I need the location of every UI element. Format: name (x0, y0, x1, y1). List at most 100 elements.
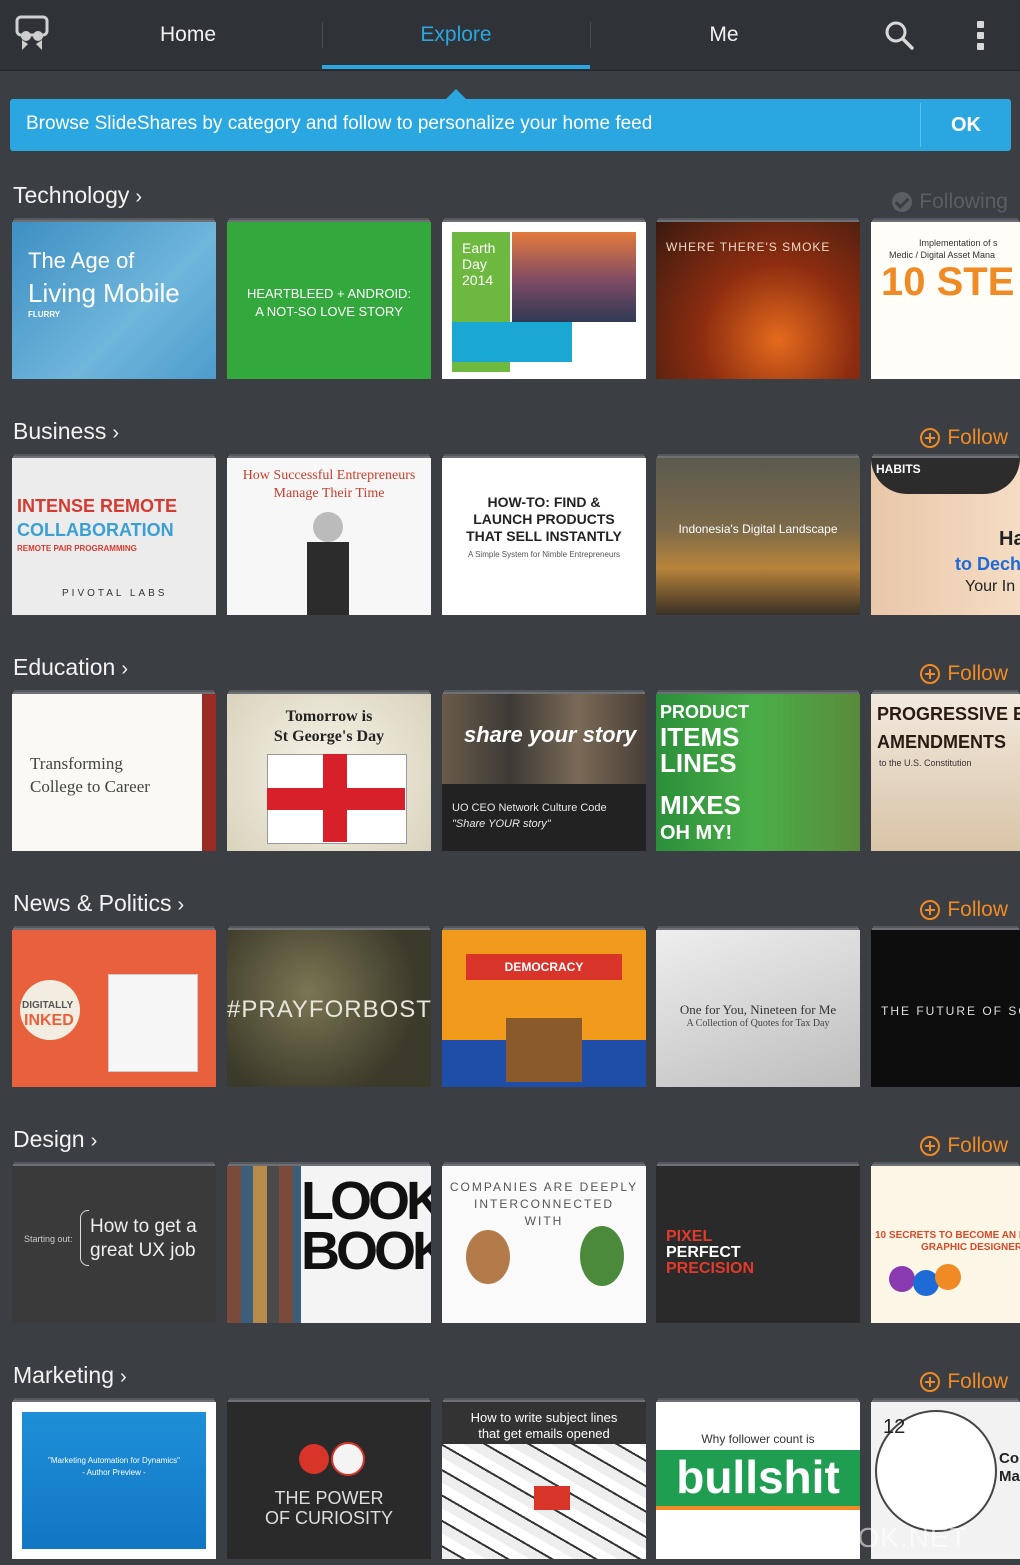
tab-me[interactable]: Me (590, 0, 858, 70)
slide-artwork-shape (452, 322, 572, 362)
slide-title-text: Ma (999, 1468, 1020, 1485)
slide-title-text: FLURRY (28, 310, 61, 319)
tab-home[interactable]: Home (54, 0, 322, 70)
slide-title-text: A Simple System for Nimble Entrepreneurs (467, 550, 621, 559)
slide-artwork-shape (22, 1412, 206, 1549)
slide-title-text: A NOT-SO LOVE STORY (255, 304, 403, 319)
slide-title-text: THE POWER (274, 1488, 384, 1508)
banner-message: Browse SlideShares by category and follo… (26, 113, 653, 134)
slide-title-text: Indonesia's Digital Landscape (678, 522, 838, 536)
slide-thumbnail[interactable]: How to write subject lines that get emai… (442, 1402, 646, 1559)
follow-button[interactable]: Follow (920, 1370, 1008, 1394)
slide-title-text: PROGRESSIVE ER (877, 704, 1020, 724)
category-title[interactable]: Business › (13, 418, 119, 445)
slide-title-text: Tomorrow is (285, 708, 373, 725)
slide-title-text: PIVOTAL LABS (62, 588, 168, 599)
slideshare-logo-icon[interactable] (14, 14, 50, 54)
slide-title-text: THAT SELL INSTANTLY (466, 528, 622, 544)
slide-title-text: College to Career (30, 777, 150, 796)
slide-title-text: OH MY! (660, 822, 733, 844)
slide-thumbnail[interactable]: PRODUCT ITEMS LINES MIXES OH MY! (656, 694, 860, 851)
follow-button[interactable]: Follow (920, 662, 1008, 686)
slide-title-text: St George's Day (273, 728, 385, 745)
banner-pointer (446, 89, 466, 99)
slide-title-text: The Age of (28, 248, 135, 273)
slide-title-text: Earth (462, 240, 496, 256)
slide-thumbnail[interactable]: PIXEL PERFECT PRECISION (656, 1166, 860, 1323)
follow-button[interactable]: Follow (920, 1134, 1008, 1158)
slide-title-text: PRODUCT (660, 702, 749, 722)
slide-artwork-shape (299, 1444, 329, 1474)
banner-ok-button[interactable]: OK (921, 99, 1011, 151)
slide-title-text: Manage Their Time (273, 486, 385, 501)
follow-button[interactable]: Follow (920, 426, 1008, 450)
tab-explore[interactable]: Explore (322, 0, 590, 70)
slide-thumbnail[interactable]: 10 SECRETS TO BECOME AN E GRAPHIC DESIGN… (871, 1166, 1020, 1323)
slide-artwork-shape (512, 232, 636, 322)
slide-artwork-shape (331, 1442, 365, 1476)
slide-title-text: PRECISION (666, 1260, 755, 1277)
plus-circle-icon (920, 1372, 941, 1392)
slide-artwork-shape (466, 1230, 510, 1284)
slide-title-text: Day (462, 256, 487, 272)
slide-title-text: Medic / Digital Asset Mana (889, 250, 996, 260)
slide-title-text: "Marketing Automation for Dynamics" (48, 1456, 180, 1465)
category-title[interactable]: News & Politics › (13, 890, 184, 917)
slide-title-text: - Author Preview - (82, 1468, 146, 1477)
slide-thumbnail[interactable]: "Marketing Automation for Dynamics" - Au… (12, 1402, 216, 1559)
slide-thumbnail[interactable]: HABITS Ha to Dech Your In (871, 458, 1020, 615)
slide-artwork-shape (80, 1210, 89, 1266)
slide-thumbnail[interactable]: HOW-TO: FIND & LAUNCH PRODUCTS THAT SELL… (442, 458, 646, 615)
slide-thumbnail[interactable]: WHERE THERE'S SMOKE (656, 222, 860, 379)
slide-thumbnail[interactable]: INTENSE REMOTE COLLABORATION REMOTE PAIR… (12, 458, 216, 615)
slide-thumbnail[interactable]: Starting out: How to get a great UX job (12, 1166, 216, 1323)
category-section-design: Design › Follow Starting out: How to get … (0, 1126, 1020, 1362)
app-bar: Home Explore Me (0, 0, 1020, 71)
slide-title-text: great UX job (90, 1240, 196, 1261)
category-title[interactable]: Technology › (13, 182, 142, 209)
slide-title-text: Co (999, 1450, 1019, 1467)
overflow-menu-icon[interactable] (970, 18, 990, 52)
slide-thumbnail[interactable]: THE FUTURE OF SO (871, 930, 1020, 1087)
slide-artwork-shape (202, 694, 216, 851)
slide-title-text: HOW-TO: FIND & (487, 494, 601, 510)
slide-title-text: INTENSE REMOTE (17, 496, 178, 516)
following-button[interactable]: Following (892, 190, 1008, 214)
slide-title-text: to Dech (955, 554, 1020, 574)
check-circle-icon (892, 192, 913, 212)
slide-title-text: that get emails opened (478, 1426, 610, 1441)
slide-title-text: #PRAYFORBOSTON (227, 996, 431, 1023)
slide-thumbnail[interactable]: HEARTBLEED + ANDROID: A NOT-SO LOVE STOR… (227, 222, 431, 379)
slide-thumbnail[interactable]: #PRAYFORBOSTON (227, 930, 431, 1087)
slide-thumbnail[interactable]: LOOK BOOK (227, 1166, 431, 1323)
slide-thumbnail[interactable]: DIGITALLY INKED (12, 930, 216, 1087)
slide-thumbnail[interactable]: Tomorrow is St George's Day (227, 694, 431, 851)
category-title[interactable]: Education › (13, 654, 128, 681)
slide-title-text: DIGITALLY (22, 1000, 74, 1011)
slide-thumbnail[interactable]: One for You, Nineteen for Me A Collectio… (656, 930, 860, 1087)
watermark: SOFT-OK.NET (770, 1522, 968, 1553)
slide-thumbnail[interactable]: Earth Day 2014 (442, 222, 646, 379)
slide-title-text: Living Mobile (28, 278, 180, 308)
slide-thumbnail[interactable]: The Age of Living Mobile FLURRY (12, 222, 216, 379)
slide-title-text: 12 (883, 1416, 906, 1438)
slide-thumbnail[interactable]: THE POWER OF CURIOSITY (227, 1402, 431, 1559)
search-icon[interactable] (884, 20, 914, 50)
slide-thumbnail[interactable]: COMPANIES ARE DEEPLY INTERCONNECTED WITH (442, 1166, 646, 1323)
slide-title-text: Ha (999, 528, 1020, 550)
slide-thumbnail[interactable]: PROGRESSIVE ER AMENDMENTS to the U.S. Co… (871, 694, 1020, 851)
slide-thumbnail[interactable]: share your story UO CEO Network Culture … (442, 694, 646, 851)
slide-title-text: How to get a (90, 1216, 197, 1237)
category-title[interactable]: Marketing › (13, 1362, 127, 1389)
slide-thumbnail[interactable]: Transforming College to Career (12, 694, 216, 851)
slide-title-text: COLLABORATION (17, 520, 174, 540)
follow-button[interactable]: Follow (920, 898, 1008, 922)
slide-thumbnail[interactable]: How Successful Entrepreneurs Manage Thei… (227, 458, 431, 615)
slide-title-text: How Successful Entrepreneurs (242, 468, 416, 483)
category-title[interactable]: Design › (13, 1126, 97, 1153)
slide-thumbnail[interactable]: DEMOCRACY (442, 930, 646, 1087)
slide-thumbnail[interactable]: Indonesia's Digital Landscape (656, 458, 860, 615)
category-section-news-politics: News & Politics › Follow DIGITALLY INKED … (0, 890, 1020, 1126)
slide-artwork-shape (267, 788, 405, 810)
slide-thumbnail[interactable]: Implementation of s Medic / Digital Asse… (871, 222, 1020, 379)
